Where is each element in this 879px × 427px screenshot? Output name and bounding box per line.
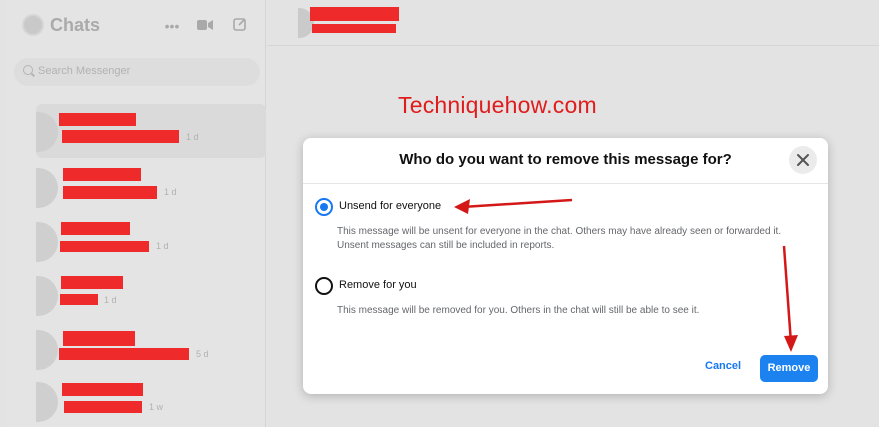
new-message-icon[interactable] <box>229 15 251 37</box>
option-label: Unsend for everyone <box>339 200 442 212</box>
remove-for-you-radio[interactable] <box>315 277 333 295</box>
avatar <box>36 222 58 262</box>
option-label: Remove for you <box>339 279 417 291</box>
redacted-name <box>59 113 136 126</box>
redacted-contact-name <box>310 7 399 21</box>
remove-button[interactable]: Remove <box>760 355 818 382</box>
redacted-preview <box>64 401 142 413</box>
chats-sidebar: Chats ••• Search Messenger 1 d 1 d 1 d 1… <box>6 0 266 427</box>
dialog-header: Who do you want to remove this message f… <box>303 138 828 184</box>
redacted-name <box>63 168 141 181</box>
redacted-name <box>61 276 123 289</box>
remove-message-dialog: Who do you want to remove this message f… <box>303 138 828 394</box>
redacted-name <box>63 331 135 346</box>
option-remove-for-you[interactable]: Remove for you This message will be remo… <box>313 277 813 321</box>
more-options-icon[interactable]: ••• <box>161 15 183 37</box>
conversation-item[interactable]: 1 d <box>36 268 266 322</box>
redacted-preview <box>62 130 179 143</box>
redacted-preview <box>59 348 189 360</box>
redacted-preview <box>60 241 149 252</box>
conversation-item[interactable]: 1 d <box>36 214 266 268</box>
conversation-header <box>267 0 879 46</box>
profile-avatar[interactable] <box>22 14 44 36</box>
avatar <box>36 112 58 152</box>
close-icon <box>797 154 809 166</box>
watermark: Techniquehow.com <box>398 92 597 118</box>
sidebar-title: Chats <box>50 15 101 35</box>
close-button[interactable] <box>789 146 817 174</box>
redacted-name <box>61 222 130 235</box>
conversation-time: 1 d <box>186 132 199 142</box>
avatar <box>36 168 58 208</box>
cancel-button[interactable]: Cancel <box>705 360 741 372</box>
search-input[interactable]: Search Messenger <box>14 58 260 86</box>
search-placeholder: Search Messenger <box>38 65 131 77</box>
search-icon <box>23 65 33 75</box>
redacted-preview <box>60 294 98 305</box>
avatar <box>36 276 58 316</box>
option-unsend-for-everyone[interactable]: Unsend for everyone This message will be… <box>313 198 813 258</box>
video-call-icon[interactable] <box>194 15 216 37</box>
conversation-item[interactable]: 1 d <box>36 160 266 214</box>
conversation-time: 1 w <box>149 402 164 412</box>
conversation-item[interactable]: 1 w <box>36 374 266 427</box>
option-description: This message will be removed for you. Ot… <box>337 305 700 316</box>
avatar <box>36 382 58 422</box>
redacted-name <box>62 383 143 396</box>
redacted-contact-status <box>312 24 396 33</box>
dialog-title: Who do you want to remove this message f… <box>399 151 732 168</box>
conversation-item[interactable]: 5 d <box>36 322 266 376</box>
conversation-item[interactable]: 1 d <box>36 104 266 158</box>
option-description: This message will be unsent for everyone… <box>337 226 782 251</box>
conversation-time: 1 d <box>104 295 117 305</box>
unsend-radio[interactable] <box>315 198 333 216</box>
redacted-preview <box>63 186 157 199</box>
conversation-time: 1 d <box>164 187 177 197</box>
conversation-time: 1 d <box>156 241 169 251</box>
conversation-time: 5 d <box>196 349 209 359</box>
avatar <box>36 330 58 370</box>
